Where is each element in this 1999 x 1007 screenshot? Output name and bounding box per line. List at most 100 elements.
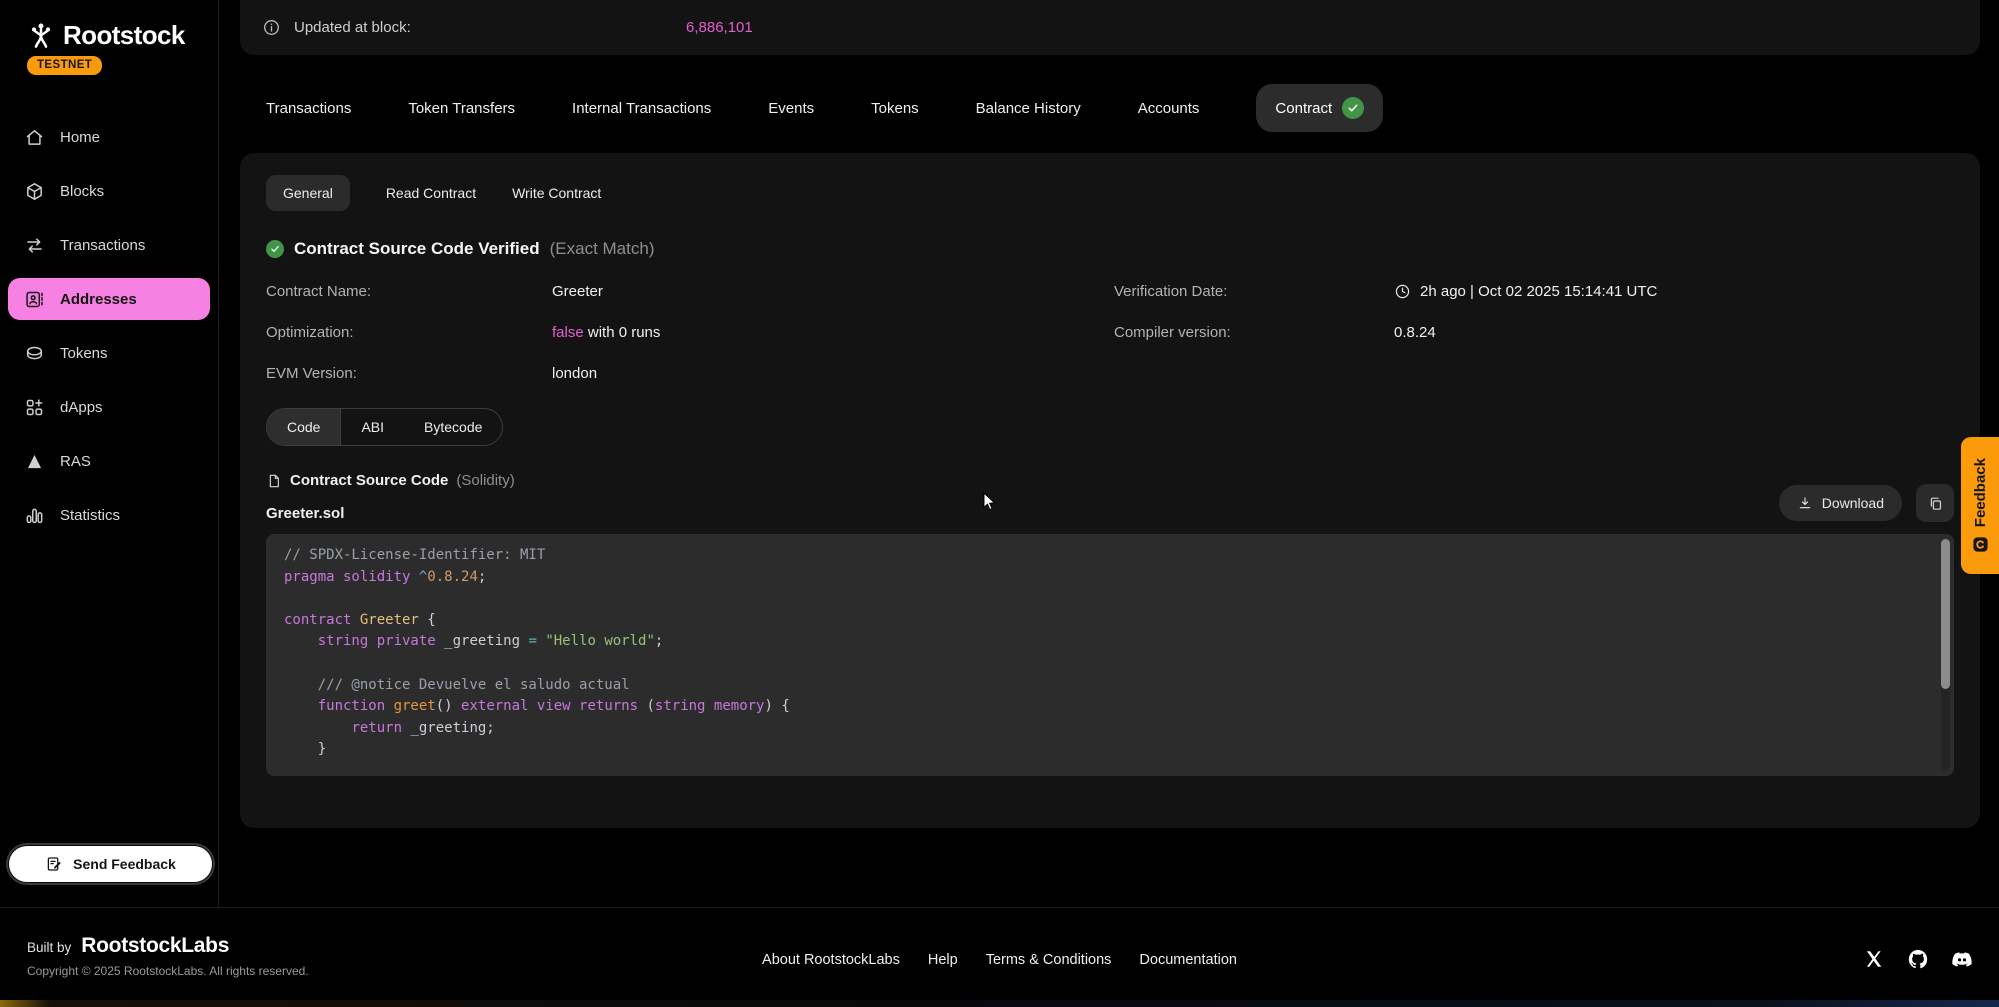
- code-line: pragma solidity ^0.8.24;: [284, 569, 1924, 591]
- tab-accounts[interactable]: Accounts: [1138, 100, 1200, 117]
- addresses-icon: [24, 289, 45, 310]
- blocks-icon: [24, 181, 45, 202]
- code-actions: Download: [1779, 484, 1954, 522]
- x-icon[interactable]: [1863, 948, 1885, 970]
- sidebar-item-transactions[interactable]: Transactions: [8, 224, 210, 266]
- verification-date-label: Verification Date:: [1114, 283, 1394, 300]
- updated-block-label: Updated at block:: [294, 19, 411, 36]
- verification-date-value: 2h ago | Oct 02 2025 15:14:41 UTC: [1394, 283, 1954, 300]
- sidebar-item-statistics[interactable]: Statistics: [8, 494, 210, 536]
- source-title-block: Contract Source Code (Solidity) Greeter.…: [266, 472, 515, 522]
- contract-panel: General Read Contract Write Contract Contr…: [240, 153, 1980, 828]
- verification-date-text: 2h ago | Oct 02 2025 15:14:41 UTC: [1420, 283, 1657, 300]
- sidebar-item-label: dApps: [60, 399, 103, 416]
- code-content: // SPDX-License-Identifier: MITpragma so…: [284, 547, 1924, 763]
- subtab-read-contract[interactable]: Read Contract: [386, 185, 476, 201]
- code-line: /// @notice Devuelve el saludo actual: [284, 677, 1924, 699]
- address-tabs: Transactions Token Transfers Internal Tran…: [240, 83, 1980, 133]
- sidebar-item-label: Tokens: [60, 345, 108, 362]
- testnet-badge: TESTNET: [27, 56, 102, 75]
- contract-fields: Contract Name: Greeter Verification Date…: [266, 283, 1954, 382]
- download-icon: [1797, 495, 1813, 511]
- home-icon: [24, 127, 45, 148]
- contract-name-label: Contract Name:: [266, 283, 552, 300]
- clock-icon: [1394, 283, 1411, 300]
- dapps-icon: [24, 397, 45, 418]
- feedback-side-tab[interactable]: Feedback: [1961, 437, 1999, 574]
- sidebar-item-tokens[interactable]: Tokens: [8, 332, 210, 374]
- evm-version-label: EVM Version:: [266, 365, 552, 382]
- bottom-accent-strip: [0, 1000, 1999, 1007]
- source-title: Contract Source Code: [290, 472, 448, 489]
- optimization-flag: false: [552, 324, 584, 341]
- source-code-block[interactable]: // SPDX-License-Identifier: MITpragma so…: [266, 534, 1954, 776]
- github-icon[interactable]: [1907, 948, 1929, 970]
- sidebar-item-dapps[interactable]: dApps: [8, 386, 210, 428]
- code-line: return _greeting;: [284, 720, 1924, 742]
- sidebar-item-ras[interactable]: RAS: [8, 440, 210, 482]
- source-file-name: Greeter.sol: [266, 505, 515, 522]
- send-feedback-label: Send Feedback: [73, 856, 176, 872]
- sidebar-nav: Home Blocks Transactions Addresses Tokens dAp…: [8, 116, 210, 548]
- verified-check-icon: [266, 240, 284, 258]
- code-line: [284, 655, 1924, 677]
- tab-tokens[interactable]: Tokens: [871, 100, 919, 117]
- compiler-version-label: Compiler version:: [1114, 324, 1394, 341]
- discord-icon[interactable]: [1951, 948, 1973, 970]
- download-label: Download: [1822, 495, 1884, 511]
- footer: Built by RootstockLabs Copyright © 2025 …: [0, 907, 1999, 1007]
- sidebar-item-label: Transactions: [60, 237, 145, 254]
- brand-logo[interactable]: Rootstock: [26, 20, 218, 51]
- sidebar-item-addresses[interactable]: Addresses: [8, 278, 210, 320]
- footer-links: About RootstockLabs Help Terms & Condition…: [762, 952, 1237, 968]
- footer-link-terms-conditions[interactable]: Terms & Conditions: [986, 952, 1112, 968]
- verified-row: Contract Source Code Verified (Exact Mat…: [266, 239, 1954, 259]
- evm-version-value: london: [552, 365, 1114, 382]
- subtab-write-contract[interactable]: Write Contract: [512, 185, 601, 201]
- footer-company[interactable]: RootstockLabs: [81, 934, 229, 958]
- code-line: // SPDX-License-Identifier: MIT: [284, 547, 1924, 569]
- tab-contract[interactable]: Contract: [1256, 84, 1383, 132]
- edit-feedback-icon: [45, 855, 63, 873]
- tab-transactions[interactable]: Transactions: [266, 100, 351, 117]
- footer-copyright: Copyright © 2025 RootstockLabs. All righ…: [27, 964, 309, 978]
- code-line: contract Greeter {: [284, 612, 1924, 634]
- footer-socials: [1863, 948, 1973, 970]
- sidebar-item-label: Blocks: [60, 183, 104, 200]
- tokens-icon: [24, 343, 45, 364]
- code-view-abi[interactable]: ABI: [341, 409, 404, 445]
- feedback-tab-label: Feedback: [1972, 458, 1989, 527]
- sidebar: Rootstock TESTNET Home Blocks Transactions…: [0, 0, 219, 907]
- sidebar-item-label: RAS: [60, 453, 91, 470]
- sidebar-item-label: Statistics: [60, 507, 120, 524]
- tab-token-transfers[interactable]: Token Transfers: [408, 100, 515, 117]
- contract-name-value: Greeter: [552, 283, 1114, 300]
- footer-brand-block: Built by RootstockLabs Copyright © 2025 …: [27, 934, 309, 978]
- download-button[interactable]: Download: [1779, 485, 1902, 521]
- sidebar-item-blocks[interactable]: Blocks: [8, 170, 210, 212]
- code-scrollbar[interactable]: [1941, 539, 1950, 771]
- code-scrollbar-thumb[interactable]: [1941, 539, 1950, 689]
- copy-source-button[interactable]: [1916, 484, 1954, 522]
- tab-label: Contract: [1275, 100, 1332, 117]
- brand-name: Rootstock: [63, 20, 185, 51]
- code-line: [284, 590, 1924, 612]
- document-icon: [266, 473, 282, 489]
- code-view-code[interactable]: Code: [267, 409, 341, 445]
- send-feedback-button[interactable]: Send Feedback: [8, 845, 213, 883]
- tab-internal-transactions[interactable]: Internal Transactions: [572, 100, 711, 117]
- code-view-bytecode[interactable]: Bytecode: [404, 409, 502, 445]
- info-icon: [262, 18, 281, 37]
- footer-link-about-rootstocklabs[interactable]: About RootstockLabs: [762, 952, 900, 968]
- footer-link-help[interactable]: Help: [928, 952, 958, 968]
- tab-balance-history[interactable]: Balance History: [976, 100, 1081, 117]
- footer-link-documentation[interactable]: Documentation: [1139, 952, 1237, 968]
- feedback-widget-icon: [1972, 536, 1989, 553]
- code-line: string private _greeting = "Hello world"…: [284, 633, 1924, 655]
- block-number-link[interactable]: 6,886,101: [686, 19, 753, 36]
- contract-subtabs: General Read Contract Write Contract: [266, 175, 1954, 211]
- source-language-note: (Solidity): [456, 472, 514, 489]
- sidebar-item-home[interactable]: Home: [8, 116, 210, 158]
- tab-events[interactable]: Events: [768, 100, 814, 117]
- subtab-general[interactable]: General: [266, 175, 350, 211]
